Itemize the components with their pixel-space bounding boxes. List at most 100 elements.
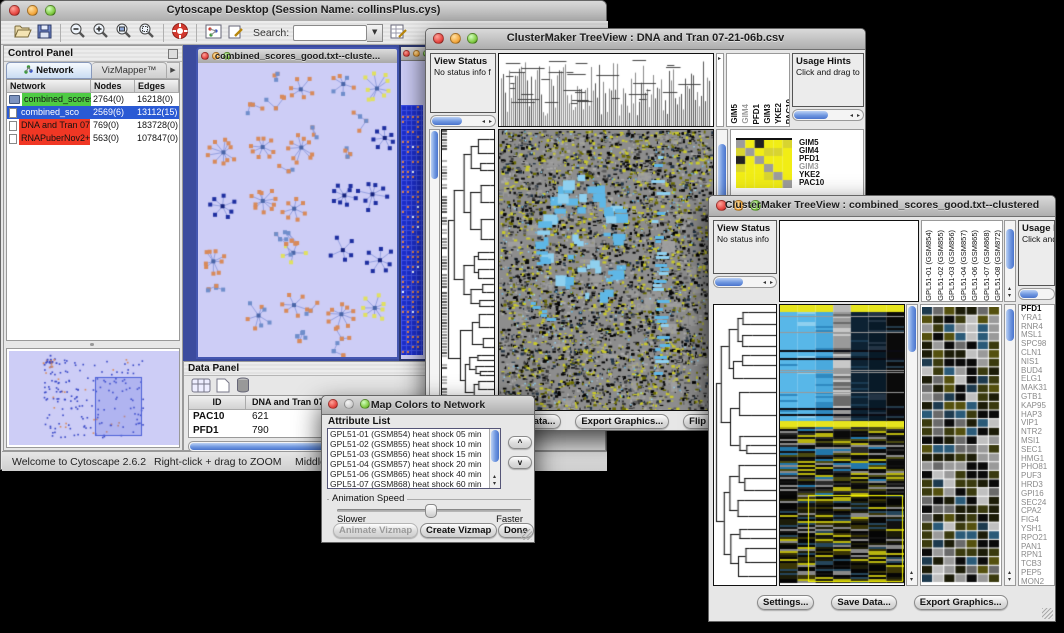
tv2-zoom-heatmap-canvas[interactable]	[922, 307, 1000, 583]
column-label: PFD1	[752, 104, 761, 124]
help-lifesaver-icon[interactable]	[171, 22, 189, 43]
column-label: GIM5	[730, 104, 739, 124]
attribute-list-label: Attribute List	[328, 416, 390, 427]
dialog-titlebar[interactable]: Map Colors to Network	[322, 396, 534, 415]
tv2-left-dendrogram-canvas[interactable]	[714, 305, 776, 585]
usage-hints-hscrollbar[interactable]	[1018, 288, 1055, 300]
view-status-hscrollbar[interactable]: ◂▸	[430, 115, 496, 127]
attribute-item[interactable]: GPL51-01 (GSM854) heat shock 05 min	[328, 429, 500, 439]
network-view-frame[interactable]: combined_scores_good.txt--cluste...	[196, 47, 399, 359]
network-tree-row[interactable]: DNA and Tran 07 769(0)183728(0)	[7, 119, 179, 132]
animate-vizmap-button[interactable]: Animate Vizmap	[333, 523, 418, 538]
column-labels-panel[interactable]: GPL51-01 (GSM854)GPL51-02 (GSM855)GPL51-…	[921, 220, 1003, 302]
attribute-item[interactable]: GPL51-02 (GSM855) heat shock 10 min	[328, 439, 500, 449]
panel-splitter[interactable]	[6, 341, 180, 348]
edit-table-icon[interactable]	[389, 23, 408, 43]
network-window-icon[interactable]	[204, 23, 223, 43]
usage-hints-text: Click and drag to	[1022, 234, 1051, 244]
tab-overflow-button[interactable]: ▶	[167, 62, 180, 79]
network-tree-row[interactable]: combined_sco 2569(6)13112(15)	[7, 106, 179, 119]
network-tree-row[interactable]: combined_scores 2764(0)16218(0)	[7, 93, 179, 106]
network-frame-title: combined_scores_good.txt--cluste...	[198, 51, 397, 62]
attribute-list-vscrollbar[interactable]: ▴▾	[489, 429, 500, 488]
attribute-listbox[interactable]: GPL51-01 (GSM854) heat shock 05 minGPL51…	[327, 428, 501, 489]
main-titlebar[interactable]: Cytoscape Desktop (Session Name: collins…	[1, 1, 606, 22]
control-panel-tabs: Network VizMapper™ ▶	[6, 62, 180, 79]
tv1-mini-heatmap-canvas[interactable]	[736, 138, 792, 188]
search-dropdown-button[interactable]: ▼	[367, 24, 383, 42]
dense-network-canvas[interactable]	[401, 105, 423, 355]
toolbar-separator	[196, 24, 197, 42]
column-labels-vscrollbar[interactable]: ▴▾	[1004, 220, 1016, 302]
array-dendrogram-panel[interactable]	[498, 53, 714, 127]
new-attribute-icon[interactable]	[216, 378, 230, 396]
column-label: YKE2	[774, 103, 783, 124]
birdseye-canvas[interactable]	[9, 351, 180, 445]
attribute-item[interactable]: GPL51-04 (GSM857) heat shock 20 min	[328, 459, 500, 469]
gene-list-vscrollbar[interactable]: ▴▾	[1004, 304, 1016, 586]
birdseye-view[interactable]	[6, 348, 180, 448]
treeview-button[interactable]: Export Graphics...	[575, 414, 669, 429]
usage-hints-panel: Usage Hints Click and drag to	[792, 53, 864, 107]
resize-grip[interactable]	[1042, 608, 1053, 619]
data-panel-title: Data Panel	[188, 363, 239, 374]
global-heatmap-panel[interactable]	[779, 304, 905, 586]
tv1-heatmap-canvas[interactable]	[499, 130, 713, 410]
create-vizmap-button[interactable]: Create Vizmap	[420, 523, 497, 538]
minimize-button[interactable]	[413, 50, 420, 57]
global-heatmap-panel[interactable]	[498, 129, 714, 411]
animation-speed-slider[interactable]	[337, 509, 521, 512]
close-button[interactable]	[403, 50, 410, 57]
treeview2-titlebar[interactable]: ClusterMaker TreeView : combined_scores_…	[709, 196, 1055, 217]
zoom-heatmap-panel[interactable]	[920, 304, 1002, 586]
column-labels-panel[interactable]: GIM5GIM4PFD1GIM3YKE2PAC10	[726, 53, 790, 127]
array-dendrogram-panel[interactable]	[779, 220, 919, 302]
search-input[interactable]	[293, 25, 367, 41]
open-session-icon[interactable]	[13, 23, 32, 43]
tv2-heatmap-vscrollbar[interactable]: ▴▾	[906, 304, 918, 586]
tv2-heatmap-canvas[interactable]	[780, 305, 904, 585]
treeview-button[interactable]: Save Data...	[831, 595, 896, 610]
tab-vizmapper[interactable]: VizMapper™	[92, 62, 167, 79]
view-status-text: No status info	[717, 234, 773, 244]
tv1-left-dendrogram-canvas[interactable]	[442, 130, 494, 410]
slider-thumb[interactable]	[425, 504, 437, 518]
network-tree-row[interactable]: RNAPuberNov2+ 563(0)107847(0)	[7, 132, 179, 145]
column-header-id[interactable]: ID	[189, 396, 246, 409]
column-label: GPL51-03 (GSM856)	[947, 230, 958, 301]
treeview1-titlebar[interactable]: ClusterMaker TreeView : DNA and Tran 07-…	[426, 29, 865, 50]
network-canvas[interactable]	[198, 63, 397, 357]
resize-grip[interactable]	[521, 529, 532, 540]
gene-dendrogram-panel[interactable]	[713, 304, 777, 586]
control-panel: Control Panel Network VizMapper™ ▶ Netwo…	[3, 45, 183, 451]
desktop-scene: Cytoscape Desktop (Session Name: collins…	[0, 0, 1064, 633]
zoom-in-icon[interactable]	[91, 22, 110, 43]
tv1-left-scrollbar[interactable]: ▴▾	[429, 129, 440, 410]
move-down-button[interactable]: v	[508, 456, 532, 469]
move-up-button[interactable]: ^	[508, 436, 532, 449]
usage-hints-hscrollbar[interactable]: ◂▸	[792, 109, 864, 121]
zoom-out-icon[interactable]	[68, 22, 87, 43]
attribute-item[interactable]: GPL51-07 (GSM868) heat shock 60 min	[328, 479, 500, 489]
network-icon	[9, 108, 17, 118]
tv1-top-dendrogram-canvas[interactable]	[499, 54, 713, 126]
attribute-item[interactable]: GPL51-03 (GSM856) heat shock 15 min	[328, 449, 500, 459]
zoom-fit-icon[interactable]	[137, 22, 156, 43]
annotation-icon[interactable]	[227, 23, 245, 43]
view-status-hscrollbar[interactable]: ◂▸	[713, 276, 777, 288]
float-panel-icon[interactable]	[168, 49, 178, 59]
tab-network[interactable]: Network	[6, 62, 92, 79]
column-label: PAC10	[785, 99, 790, 124]
delete-attribute-icon[interactable]	[236, 377, 250, 396]
gene-list-panel[interactable]: PFD1YRA1RNR4MSL1SPC98CLN1NIS1BUD4ELG1MAK…	[1018, 304, 1055, 586]
dialog-title: Map Colors to Network	[322, 399, 534, 411]
attribute-item[interactable]: GPL51-06 (GSM865) heat shock 40 min	[328, 469, 500, 479]
treeview-button[interactable]: Export Graphics...	[914, 595, 1008, 610]
zoom-selected-icon[interactable]	[114, 22, 133, 43]
attribute-table-icon[interactable]	[191, 378, 211, 396]
gene-dendrogram-panel[interactable]	[441, 129, 495, 411]
treeview-button[interactable]: Settings...	[757, 595, 814, 610]
usage-hints-text: Click and drag to	[796, 67, 860, 77]
gutter-strip: ▸	[716, 53, 724, 127]
save-session-icon[interactable]	[36, 23, 53, 43]
